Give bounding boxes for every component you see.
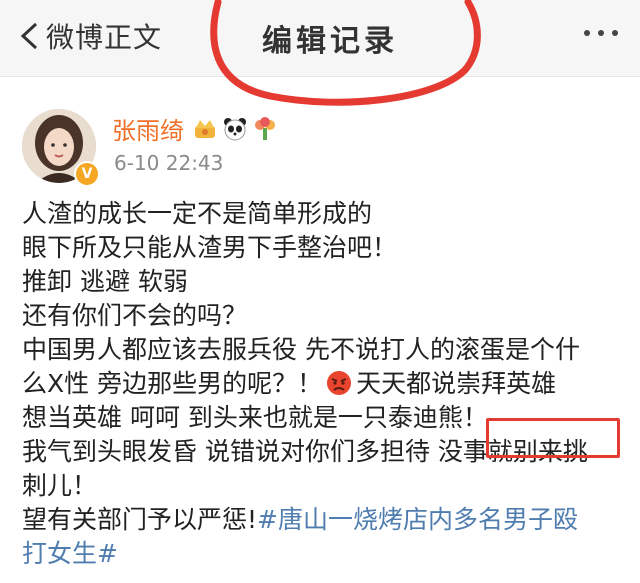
post-line-segment: 天天都说崇拜英雄 (356, 369, 557, 398)
flower-badge-icon (255, 116, 275, 140)
more-dots-icon (584, 30, 590, 36)
more-menu-button[interactable] (584, 30, 618, 36)
angry-face-emoji-icon (327, 371, 352, 395)
post-card: V 张雨绮 6-10 22:43 人渣的成长一定不是简单形成的 眼下所及只能从渣… (0, 77, 640, 583)
post-body: 人渣的成长一定不是简单形成的 眼下所及只能从渣男下手整治吧！ 推卸 逃避 软弱 … (22, 197, 622, 571)
post-line-with-topic: 望有关部门予以严惩!#唐山一烧烤店内多名男子殴 (22, 503, 622, 537)
post-line: 眼下所及只能从渣男下手整治吧！ (22, 233, 398, 262)
verified-v-icon: V (74, 161, 100, 187)
post-line: 中国男人都应该去服兵役 先不说打人的滚蛋是个什 (22, 335, 580, 364)
username[interactable]: 张雨绮 (112, 111, 184, 146)
user-row: 张雨绮 (112, 111, 278, 146)
post-line-segment: 么X性 旁边那些男的呢？！ (22, 369, 323, 398)
topic-link-continuation[interactable]: 打女生# (22, 537, 622, 571)
post-line: 人渣的成长一定不是简单形成的 (22, 199, 373, 228)
back-button[interactable]: 微博正文 (18, 14, 162, 58)
top-nav-bar: 微博正文 编辑记录 (0, 0, 640, 77)
user-badges (192, 116, 278, 142)
back-chevron-icon (20, 22, 38, 50)
page-title: 编辑记录 (262, 24, 398, 59)
post-line: 还有你们不会的吗？ (22, 301, 248, 330)
highlight-box (486, 418, 620, 458)
screenshot-frame: 微博正文 编辑记录 V 张雨绮 6-10 22:43 人渣的成长一定不是简单形成… (0, 0, 640, 583)
post-timestamp: 6-10 22:43 (114, 151, 224, 175)
post-line: 推卸 逃避 软弱 (22, 267, 188, 296)
post-line: 刺儿！ (22, 471, 98, 500)
back-label: 微博正文 (46, 21, 163, 54)
panda-badge-icon (224, 117, 246, 140)
post-line-with-emoji: 么X性 旁边那些男的呢？！ 天天都说崇拜英雄 (22, 367, 622, 401)
topic-link[interactable]: #唐山一烧烤店内多名男子殴 (257, 505, 578, 534)
crown-badge-icon (195, 119, 215, 138)
post-line-segment: 望有关部门予以严惩! (22, 505, 258, 534)
